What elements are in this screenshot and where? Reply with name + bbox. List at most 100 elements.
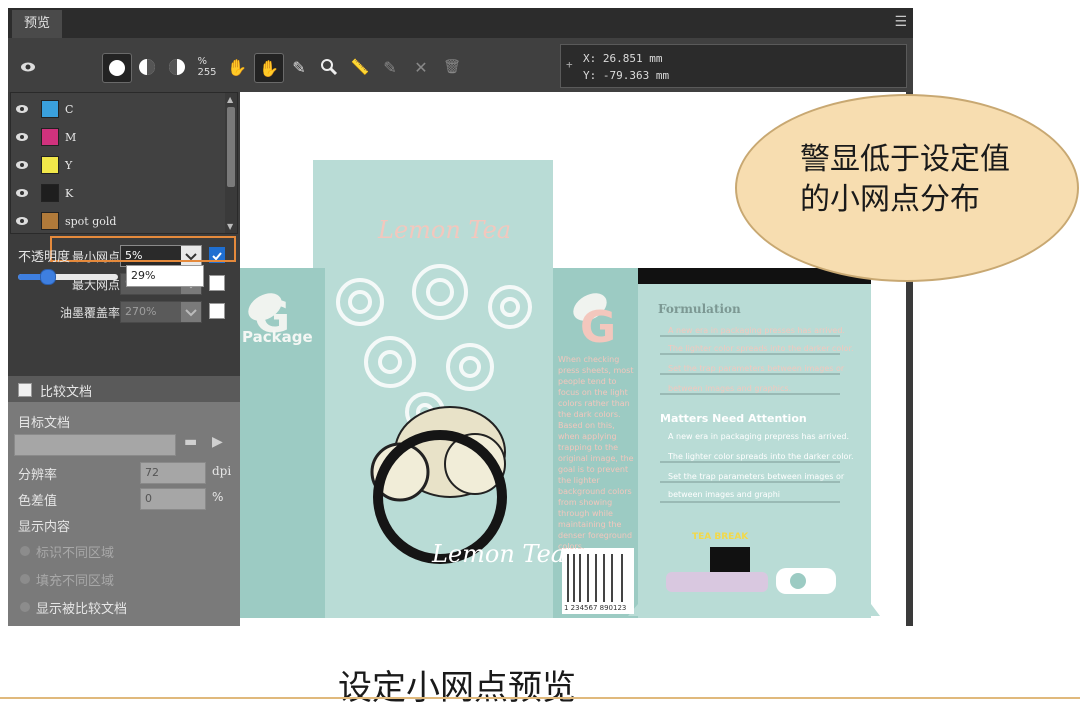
- callout-text: 警显低于设定值 的小网点分布: [800, 140, 1010, 220]
- half-circle-right-icon[interactable]: [163, 53, 191, 81]
- formulation-title: Formulation: [658, 302, 741, 316]
- formulation-line: The lighter color spreads into the darke…: [668, 344, 854, 353]
- color-swatch: [41, 100, 59, 118]
- crosshair-disabled-icon[interactable]: ✕: [407, 53, 435, 81]
- hand-pair-icon[interactable]: ✋: [223, 53, 251, 81]
- coord-x: X: 26.851 mm: [583, 52, 663, 65]
- play-icon[interactable]: ▶: [212, 434, 223, 450]
- color-swatch: [41, 156, 59, 174]
- separation-list: C M Y K spot gold ▲ ▼: [10, 92, 238, 234]
- max-dot-checkbox[interactable]: [209, 275, 225, 291]
- folder-icon[interactable]: ▬: [184, 434, 197, 450]
- left-panel-label: Package: [242, 328, 313, 346]
- tea-break-badge: TEA BREAK: [692, 532, 749, 542]
- scroll-up-icon[interactable]: ▲: [227, 95, 233, 104]
- matters-line: Set the trap parameters between images o…: [668, 472, 845, 481]
- separation-label: spot gold: [65, 214, 117, 228]
- slide-caption: 设定小网点预览: [338, 668, 576, 708]
- coordinate-readout: + X: 26.851 mm Y: -79.363 mm: [560, 44, 907, 88]
- resolution-value: 72: [145, 466, 159, 479]
- opacity-slider[interactable]: [18, 269, 118, 285]
- half-circle-left-icon[interactable]: [133, 53, 161, 81]
- ink-coverage-select[interactable]: 270%: [120, 301, 202, 323]
- radio-show-compared[interactable]: [20, 602, 30, 612]
- opacity-label: 不透明度: [18, 250, 71, 265]
- option-mark-diff[interactable]: 标识不同区域: [36, 542, 114, 561]
- color-diff-input[interactable]: 0: [140, 488, 206, 510]
- eye-icon[interactable]: [15, 158, 29, 172]
- tab-bar: 预览 ☰: [8, 8, 913, 38]
- eyedropper-icon[interactable]: ✎: [285, 53, 313, 81]
- matters-line: A new era in packaging prepress has arri…: [668, 432, 849, 441]
- color-swatch: [41, 212, 59, 230]
- separation-row-y[interactable]: Y: [11, 151, 225, 179]
- color-swatch: [41, 128, 59, 146]
- compare-header: 比较文档: [8, 376, 240, 402]
- opacity-slider-thumb[interactable]: [40, 269, 56, 285]
- formulation-line: A new era in packaging presses has arriv…: [668, 326, 845, 335]
- compare-section: 比较文档 目标文档 ▬ ▶ 分辨率 72 dpi 色差值 0 % 显示内容 标识…: [8, 376, 240, 626]
- opacity-input[interactable]: 29%: [126, 265, 204, 287]
- target-doc-field[interactable]: [14, 434, 176, 456]
- ink-coverage-value: 270%: [125, 305, 157, 318]
- display-label: 显示内容: [18, 520, 71, 535]
- eye-icon[interactable]: [15, 214, 29, 228]
- formulation-line: between images and graphics.: [668, 384, 792, 393]
- compare-checkbox[interactable]: [18, 383, 32, 397]
- radio-mark-diff[interactable]: [20, 546, 30, 556]
- lid-title: Lemon Tea: [378, 216, 512, 244]
- separation-row-m[interactable]: M: [11, 123, 225, 151]
- color-diff-unit: %: [212, 490, 224, 504]
- callout-line-2: 的小网点分布: [800, 182, 980, 217]
- hand-pan-icon[interactable]: ✋: [254, 53, 284, 83]
- separation-label: K: [65, 186, 74, 200]
- radio-fill-diff[interactable]: [20, 574, 30, 584]
- option-fill-diff[interactable]: 填充不同区域: [36, 570, 114, 589]
- eye-icon[interactable]: [14, 53, 42, 81]
- preview-window: 预览 ☰ % 255 ✋ ✋ ✎ 📏 ✎ ✕ 🗑 + X: 26.851 mm Y…: [8, 8, 913, 626]
- color-swatch: [41, 184, 59, 202]
- matters-title: Matters Need Attention: [660, 412, 807, 425]
- color-diff-label: 色差值: [18, 494, 58, 509]
- separation-row-k[interactable]: K: [11, 179, 225, 207]
- eye-icon[interactable]: [15, 102, 29, 116]
- separation-row-spot-gold[interactable]: spot gold: [11, 207, 225, 235]
- separation-row-c[interactable]: C: [11, 95, 225, 123]
- hamburger-icon[interactable]: ☰: [894, 14, 907, 30]
- crosshair-icon: +: [566, 58, 573, 71]
- eyedropper-disabled-icon[interactable]: ✎: [376, 53, 404, 81]
- resolution-unit: dpi: [212, 464, 232, 478]
- eye-icon[interactable]: [15, 186, 29, 200]
- option-show-compared[interactable]: 显示被比较文档: [36, 598, 127, 617]
- front-title: Lemon Tea: [432, 540, 566, 568]
- eye-icon[interactable]: [15, 130, 29, 144]
- opacity-value: 29%: [131, 269, 156, 282]
- separation-label: M: [65, 130, 77, 144]
- separation-label: Y: [65, 158, 73, 172]
- tab-preview[interactable]: 预览: [12, 10, 62, 38]
- side-paragraph: When checking press sheets, most people …: [558, 355, 634, 551]
- scroll-thumb[interactable]: [227, 107, 235, 187]
- matters-line: The lighter color spreads into the darke…: [668, 452, 854, 461]
- ink-coverage-row: 油墨覆盖率 270%: [8, 300, 240, 324]
- chevron-down-icon[interactable]: [181, 302, 201, 322]
- ruler-icon[interactable]: 📏: [346, 53, 374, 81]
- resolution-label: 分辨率: [18, 468, 58, 483]
- ink-coverage-checkbox[interactable]: [209, 303, 225, 319]
- barcode-number: 1 234567 890123: [564, 604, 627, 612]
- ink-coverage-label: 油墨覆盖率: [59, 306, 120, 320]
- separation-label: C: [65, 102, 74, 116]
- resolution-input[interactable]: 72: [140, 462, 206, 484]
- trash-icon[interactable]: 🗑: [438, 53, 466, 81]
- separation-scrollbar[interactable]: ▲ ▼: [225, 93, 237, 233]
- zoom-icon[interactable]: [315, 53, 343, 81]
- percent-counter-icon[interactable]: % 255: [193, 53, 221, 81]
- toolbar: % 255 ✋ ✋ ✎ 📏 ✎ ✕ 🗑 + X: 26.851 mm Y: -79…: [8, 38, 913, 92]
- scroll-down-icon[interactable]: ▼: [227, 222, 233, 231]
- formulation-line: Set the trap parameters between images o…: [668, 364, 845, 373]
- white-circle-tool-icon[interactable]: [102, 53, 132, 83]
- compare-title: 比较文档: [40, 385, 93, 400]
- color-diff-value: 0: [145, 492, 152, 505]
- matters-line: between images and graphi: [668, 490, 780, 499]
- target-doc-label: 目标文档: [18, 416, 71, 431]
